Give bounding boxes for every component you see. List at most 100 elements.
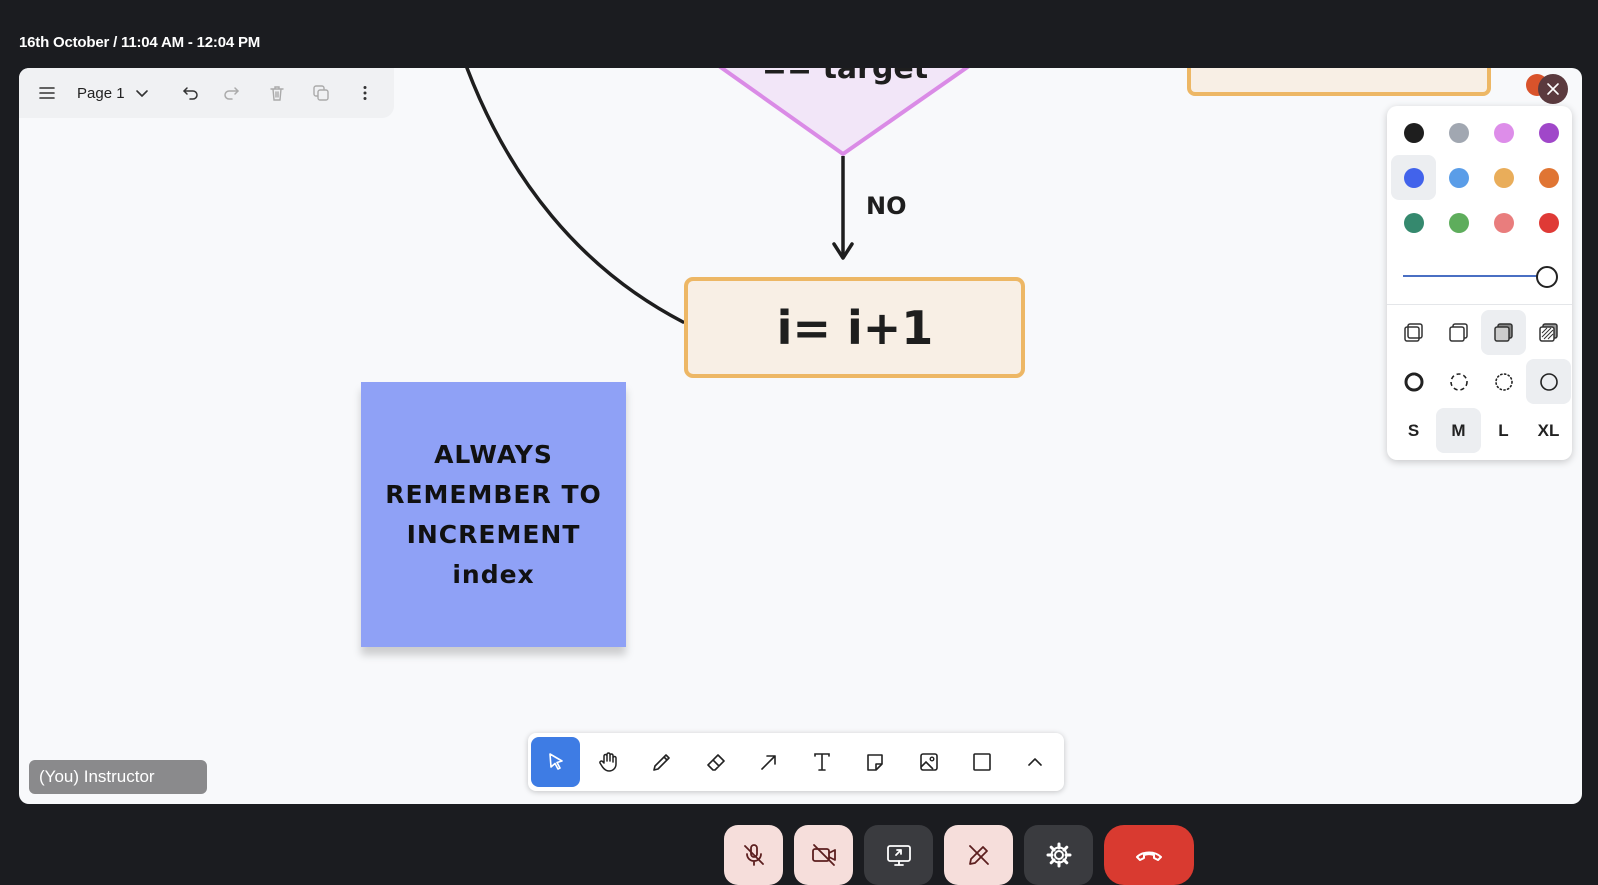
fill-semi-button[interactable] — [1436, 310, 1481, 355]
dash-solid-button[interactable] — [1526, 359, 1571, 404]
size-l-button[interactable]: L — [1481, 408, 1526, 453]
menu-button[interactable] — [27, 73, 67, 113]
rectangle-tool[interactable] — [957, 737, 1006, 787]
mic-button[interactable] — [724, 825, 783, 885]
curved-connector — [465, 68, 685, 324]
dash-dashed-button[interactable] — [1436, 359, 1481, 404]
more-tools-button[interactable] — [1011, 737, 1060, 787]
swatch-grey[interactable] — [1436, 110, 1481, 155]
participant-label: (You) Instructor — [29, 760, 207, 794]
process-box-label: i= i+1 — [777, 301, 934, 355]
screen-share-button[interactable] — [864, 825, 933, 885]
swatch-blue[interactable] — [1391, 155, 1436, 200]
menu-icon — [39, 87, 55, 99]
eraser-tool[interactable] — [691, 737, 740, 787]
mic-off-icon — [743, 844, 764, 866]
more-vertical-icon — [363, 86, 367, 100]
hand-icon — [599, 752, 617, 772]
size-label: L — [1498, 420, 1509, 440]
arrow-tool[interactable] — [744, 737, 793, 787]
color-dot — [1538, 122, 1559, 143]
dash-dotted-button[interactable] — [1481, 359, 1526, 404]
close-panel-button[interactable] — [1538, 74, 1568, 104]
draw-tool[interactable] — [638, 737, 687, 787]
dash-dotted-icon — [1494, 372, 1513, 391]
swatch-yellow[interactable] — [1481, 155, 1526, 200]
size-label: S — [1407, 420, 1420, 440]
select-tool[interactable] — [531, 737, 581, 787]
swatch-violet[interactable] — [1526, 110, 1571, 155]
trash-icon — [269, 86, 284, 101]
dash-draw-icon — [1404, 372, 1423, 391]
size-xl-button[interactable]: XL — [1526, 408, 1571, 453]
delete-button[interactable] — [257, 73, 297, 113]
color-dot — [1493, 167, 1514, 188]
whiteboard-canvas[interactable]: == target NO i= i+1 ALWAYS REMEMBER TO I… — [19, 68, 1582, 804]
rectangle-icon — [973, 753, 991, 771]
dash-draw-button[interactable] — [1391, 359, 1436, 404]
size-m-button[interactable]: M — [1436, 408, 1481, 453]
image-icon — [919, 753, 938, 771]
size-label: XL — [1537, 420, 1560, 440]
swatch-black[interactable] — [1391, 110, 1436, 155]
screen-share-icon — [886, 845, 911, 866]
hang-up-button[interactable] — [1104, 825, 1194, 885]
swatch-light-green[interactable] — [1436, 200, 1481, 245]
settings-button[interactable] — [1024, 825, 1093, 885]
redo-button[interactable] — [211, 73, 251, 113]
arrow-icon — [761, 755, 776, 770]
page-selector[interactable]: Page 1 — [67, 73, 159, 113]
color-dot — [1538, 212, 1559, 233]
duplicate-icon — [312, 85, 329, 101]
duplicate-button[interactable] — [301, 73, 341, 113]
whiteboard-button[interactable] — [944, 825, 1013, 885]
page-label: Page 1 — [77, 84, 125, 102]
color-swatches — [1391, 110, 1571, 245]
drawing-toolbar — [528, 733, 1064, 791]
color-dot — [1403, 167, 1424, 188]
hang-up-icon — [1136, 851, 1162, 861]
more-button[interactable] — [345, 73, 385, 113]
slider-thumb[interactable] — [1536, 266, 1558, 288]
fill-none-button[interactable] — [1391, 310, 1436, 355]
pencil-icon — [653, 754, 671, 771]
undo-button[interactable] — [171, 73, 211, 113]
sticky-note-text: ALWAYS REMEMBER TO INCREMENT index — [385, 439, 602, 589]
fill-solid-button[interactable] — [1481, 310, 1526, 355]
note-tool[interactable] — [851, 737, 900, 787]
color-dot — [1448, 122, 1469, 143]
swatch-green[interactable] — [1391, 200, 1436, 245]
text-tool[interactable] — [797, 737, 846, 787]
style-panel: S M L XL — [1387, 106, 1572, 460]
canvas-drawing: == target NO i= i+1 — [465, 68, 1491, 378]
fill-pattern-button[interactable] — [1526, 310, 1571, 355]
swatch-light-violet[interactable] — [1481, 110, 1526, 155]
size-s-button[interactable]: S — [1391, 408, 1436, 453]
swatch-light-blue[interactable] — [1436, 155, 1481, 200]
swatch-orange[interactable] — [1526, 155, 1571, 200]
hand-tool[interactable] — [584, 737, 633, 787]
opacity-slider[interactable] — [1403, 266, 1558, 288]
chevron-down-icon — [135, 90, 148, 97]
swatch-light-red[interactable] — [1481, 200, 1526, 245]
redo-icon — [223, 87, 239, 100]
camera-button[interactable] — [794, 825, 853, 885]
undo-icon — [182, 87, 198, 100]
panel-divider — [1387, 304, 1572, 305]
diamond-label: == target — [762, 68, 928, 86]
slider-track — [1403, 275, 1547, 277]
image-tool[interactable] — [904, 737, 953, 787]
camera-off-icon — [811, 844, 836, 866]
sticky-note[interactable]: ALWAYS REMEMBER TO INCREMENT index — [361, 382, 626, 647]
note-icon — [867, 754, 884, 771]
whiteboard-icon — [968, 845, 989, 865]
color-dot — [1538, 167, 1559, 188]
edge-label: NO — [866, 192, 907, 220]
color-dot — [1448, 167, 1469, 188]
text-icon — [814, 753, 830, 771]
swatch-red[interactable] — [1526, 200, 1571, 245]
close-icon — [1547, 83, 1559, 95]
partial-box — [1187, 68, 1491, 96]
settings-icon — [1046, 842, 1071, 868]
session-time: 16th October / 11:04 AM - 12:04 PM — [19, 34, 261, 51]
